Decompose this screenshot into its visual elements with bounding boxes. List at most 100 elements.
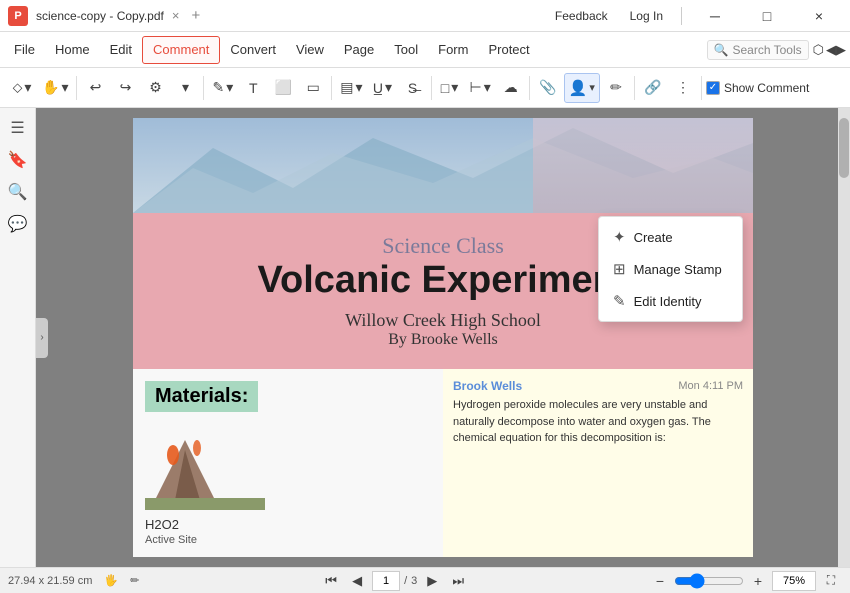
sign-icon: ✏ [610,79,622,96]
page-separator: / [404,575,407,587]
stamp-icon: 👤 [569,79,588,97]
separator1 [76,76,77,100]
material-formula: H2O2 [145,517,431,532]
settings-button[interactable]: ⚙ [141,73,169,103]
first-page-button[interactable]: ⏮ [320,570,342,592]
volcano-illustration [145,420,265,510]
search-icon: 🔍 [714,43,729,57]
dimensions-label: 27.94 x 21.59 cm [8,575,92,587]
dropdown-item-edit-identity[interactable]: ✎ Edit Identity [599,285,742,317]
close-tab-button[interactable]: × [172,8,180,23]
menu-form[interactable]: Form [428,36,478,64]
text-box-icon: ▭ [307,79,320,96]
menu-page[interactable]: Page [334,36,384,64]
back-icon[interactable]: ◀ [826,42,836,58]
search-tools[interactable]: 🔍 Search Tools [707,40,809,60]
menu-view[interactable]: View [286,36,334,64]
forward-icon[interactable]: ▶ [836,42,846,58]
dropdown-button[interactable]: ▾ [171,73,199,103]
materials-section: Materials: H2O2 Active Site [133,369,753,557]
show-comment-checkbox[interactable]: ✓ [706,81,720,95]
scrollbar-right[interactable] [838,108,850,567]
measure-button[interactable]: ⊢▾ [466,73,495,103]
separator6 [634,76,635,100]
sidebar-item-nav[interactable]: ☰ [4,114,32,142]
external-link-icon[interactable]: ⬡ [813,42,824,58]
menu-protect[interactable]: Protect [478,36,539,64]
sidebar-item-bookmark[interactable]: 🔖 [4,146,32,174]
sticky-note-button[interactable]: ✎▾ [208,73,237,103]
minimize-button[interactable]: ─ [692,0,738,32]
zoom-slider[interactable] [674,573,744,589]
pdf-area: › [36,108,850,567]
dropdown-item-manage[interactable]: ⊞ Manage Stamp [599,253,742,285]
page-input[interactable] [372,571,400,591]
search-icon: 🔍 [8,182,28,202]
menu-edit[interactable]: Edit [100,36,142,64]
close-button[interactable]: × [796,0,842,32]
callout-icon: ⬜ [275,79,292,96]
page-header-image [133,118,753,213]
sidebar-item-search[interactable]: 🔍 [4,178,32,206]
materials-label: Materials: [145,381,258,412]
prev-page-button[interactable]: ◀ [346,570,368,592]
login-button[interactable]: Log In [622,7,671,25]
sidebar-left: ☰ 🔖 🔍 💬 [0,108,36,567]
measure-icon: ⊢ [470,79,482,96]
next-page-button[interactable]: ▶ [421,570,443,592]
more-button[interactable]: ⋮ [669,73,697,103]
maximize-button[interactable]: □ [744,0,790,32]
zoom-out-button[interactable]: − [650,571,670,591]
menu-convert[interactable]: Convert [220,36,286,64]
menu-file[interactable]: File [4,36,45,64]
separator7 [701,76,702,100]
scroll-thumb[interactable] [839,118,849,178]
title-author: By Brooke Wells [143,331,743,349]
zoom-in-button[interactable]: + [748,571,768,591]
hand-tool-button[interactable]: ✋▾ [38,73,72,103]
toolbar: ⬦▾ ✋▾ ↩ ↪ ⚙ ▾ ✎▾ T ⬜ ▭ ▤▾ U̲▾ S̶ □▾ ⊢▾ ☁… [0,68,850,108]
zoom-controls: − + ⛶ [650,570,842,592]
menu-comment[interactable]: Comment [142,36,220,64]
nav-controls: ⏮ ◀ / 3 ▶ ⏭ [320,570,469,592]
undo-button[interactable]: ↩ [81,73,109,103]
fullscreen-button[interactable]: ⛶ [820,570,842,592]
undo-icon: ↩ [90,79,102,96]
sidebar-item-comment[interactable]: 💬 [4,210,32,238]
sign-button[interactable]: ✏ [602,73,630,103]
attachment-button[interactable]: 📎 [534,73,562,103]
shapes-button[interactable]: □▾ [436,73,464,103]
select-tool-button[interactable]: ⬦▾ [8,73,36,103]
typewriter-icon: T [249,80,258,96]
separator [681,7,682,25]
collapse-handle[interactable]: › [36,318,48,358]
hand-cursor-icon: 🖐 [104,574,118,587]
typewriter-button[interactable]: T [239,73,267,103]
highlight-button[interactable]: ▤▾ [336,73,366,103]
text-box-button[interactable]: ▭ [299,73,327,103]
underline-button[interactable]: U̲▾ [369,73,397,103]
callout-button[interactable]: ⬜ [269,73,297,103]
cloudshape-icon: ☁ [504,79,518,96]
link-button[interactable]: 🔗 [639,73,667,103]
strikethrough-button[interactable]: S̶ [399,73,427,103]
materials-right: Brook Wells Mon 4:11 PM Hydrogen peroxid… [443,369,753,557]
strikethrough-icon: S̶ [408,80,417,96]
new-tab-button[interactable]: + [191,7,200,24]
separator5 [529,76,530,100]
dropdown-item-create[interactable]: ✦ Create [599,221,742,253]
redo-icon: ↪ [120,79,132,96]
redo-button[interactable]: ↪ [111,73,139,103]
link-icon: 🔗 [644,79,661,96]
menu-tool[interactable]: Tool [384,36,428,64]
cloudshape-button[interactable]: ☁ [497,73,525,103]
last-page-button[interactable]: ⏭ [447,570,469,592]
dropdown-edit-identity-label: Edit Identity [634,294,702,309]
menu-home[interactable]: Home [45,36,100,64]
attachment-icon: 📎 [539,79,556,96]
feedback-button[interactable]: Feedback [547,7,616,25]
stamp-button[interactable]: 👤▾ [564,73,600,103]
separator4 [431,76,432,100]
zoom-level-input[interactable] [772,571,816,591]
pencil-edit-icon: ✏ [130,574,139,587]
